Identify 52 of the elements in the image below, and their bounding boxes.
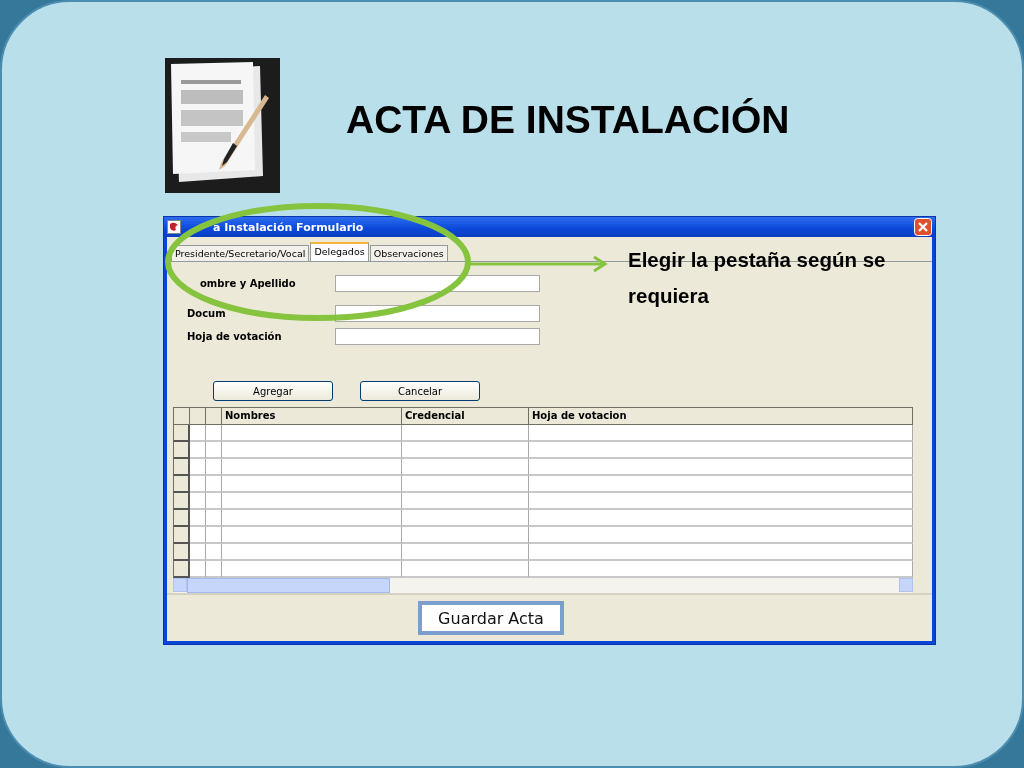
form-button[interactable]: Cancelar — [360, 381, 480, 401]
row-header[interactable] — [173, 476, 190, 493]
tab[interactable]: Presidente/Secretario/Vocal — [171, 245, 310, 261]
row-header[interactable] — [173, 527, 190, 544]
horizontal-scrollbar[interactable] — [173, 578, 913, 593]
table-cell — [190, 544, 206, 561]
app-icon — [167, 220, 181, 234]
input-field[interactable] — [335, 328, 540, 345]
table-cell — [206, 527, 222, 544]
column-header[interactable]: Nombres — [222, 407, 402, 425]
column-header[interactable]: Hoja de votacion — [529, 407, 913, 425]
slide-title: ACTA DE INSTALACIÓN — [346, 97, 790, 142]
window-title: a Instalación Formulario — [213, 220, 364, 234]
row-header[interactable] — [173, 459, 190, 476]
row-header[interactable] — [173, 425, 190, 442]
header-cell — [173, 407, 190, 425]
table-cell — [190, 476, 206, 493]
table-cell — [190, 561, 206, 578]
row-header[interactable] — [173, 510, 190, 527]
column-header[interactable]: Credencial — [402, 407, 529, 425]
tab[interactable]: Observaciones — [369, 245, 448, 261]
callout-text: Elegir la pestaña según se requiera — [628, 247, 887, 309]
table-cell — [190, 459, 206, 476]
field-label: Docum — [187, 308, 226, 319]
header-cell — [206, 407, 222, 425]
header-cell — [190, 407, 206, 425]
field-label: Hoja de votación — [187, 331, 282, 342]
close-icon[interactable] — [914, 218, 932, 236]
table-cell — [190, 493, 206, 510]
table-cell — [190, 510, 206, 527]
form-button[interactable]: Agregar — [213, 381, 333, 401]
table-cell — [206, 510, 222, 527]
table-cell — [190, 442, 206, 459]
table-cell — [206, 493, 222, 510]
table-cell — [206, 561, 222, 578]
table-cell — [190, 425, 206, 442]
scroll-thumb[interactable] — [187, 578, 390, 593]
row-header[interactable] — [173, 561, 190, 578]
document-pen-icon — [165, 58, 280, 193]
table-cell — [206, 425, 222, 442]
table-cell — [206, 442, 222, 459]
table-cell — [206, 544, 222, 561]
tab[interactable]: Delegados — [310, 242, 369, 261]
field-label: ombre y Apellido — [200, 278, 296, 289]
row-header[interactable] — [173, 442, 190, 459]
table-cell — [206, 476, 222, 493]
row-header[interactable] — [173, 544, 190, 561]
table-cell — [190, 527, 206, 544]
input-field[interactable] — [335, 275, 540, 292]
row-header[interactable] — [173, 493, 190, 510]
table-cell — [206, 459, 222, 476]
save-button[interactable]: Guardar Acta — [418, 601, 564, 635]
